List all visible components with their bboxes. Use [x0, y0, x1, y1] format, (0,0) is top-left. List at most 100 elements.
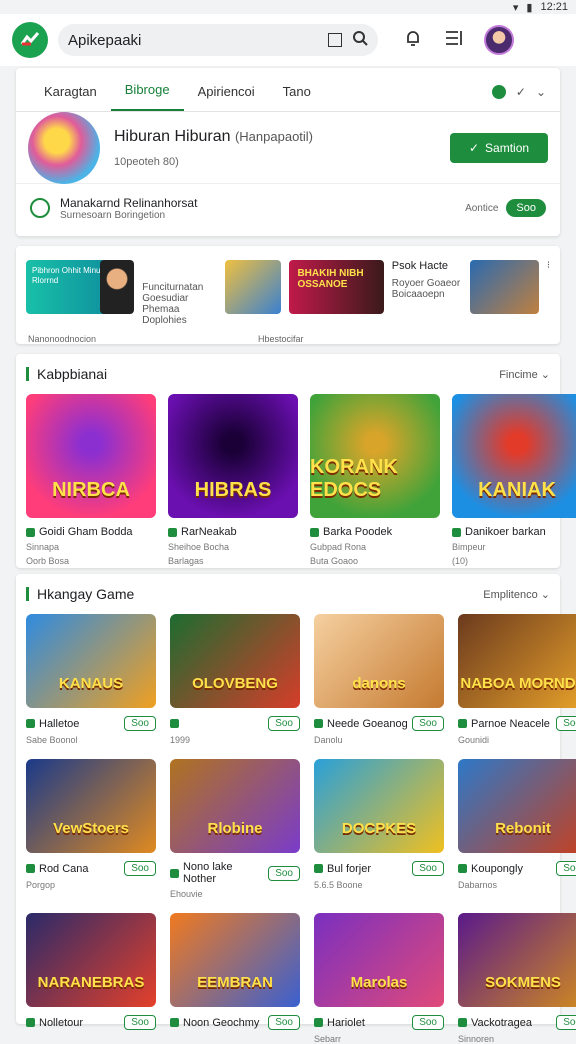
game-card[interactable]: HIBRAS RarNeakab Sheihoe Bocha Barlagas [168, 394, 298, 566]
promo-row[interactable]: Manakarnd Relinanhorsat Surnesoarn Borin… [16, 184, 560, 232]
game-name: Vackotragea [471, 1016, 532, 1029]
game-card[interactable]: danons Neede Goeanog Soo Danolu [314, 614, 444, 745]
app-bar: Apikepaaki [0, 14, 576, 66]
game-art[interactable]: Marolas [314, 913, 444, 1007]
follow-button[interactable]: ✓ Samtion [450, 132, 548, 163]
tab-0[interactable]: Karagtan [30, 84, 111, 111]
chevron-down-icon[interactable]: ⌄ [536, 85, 546, 99]
more-icon[interactable]: ⁝ [547, 260, 550, 326]
game-art[interactable]: DOCPKES [314, 759, 444, 853]
game-meta: Sinnoren [458, 1034, 495, 1044]
game-art[interactable]: HIBRAS [168, 394, 298, 518]
game-name: Nono lake Nother [182, 861, 233, 885]
game-art[interactable]: SOKMENS [458, 913, 576, 1007]
game-art[interactable]: NIRBCA [26, 394, 156, 518]
tab-bar: Karagtan Bibroge Apiriencoi Tano ✓ ⌄ [16, 68, 560, 112]
get-button[interactable]: Soo [124, 1015, 156, 1030]
game-art[interactable]: OLOVBENG [170, 614, 300, 708]
game-art[interactable]: EEMBRAN [170, 913, 300, 1007]
get-button[interactable]: Soo [556, 1015, 576, 1030]
featured-banner-4[interactable]: BHAKIH NIBH OSSANOE [289, 260, 384, 314]
game-icon [452, 527, 461, 537]
notification-icon[interactable] [404, 29, 422, 52]
game-meta-2: Barlagas [168, 556, 204, 566]
app-logo-icon[interactable] [12, 22, 48, 58]
game-icon [26, 1018, 35, 1027]
game-name: Barka Poodek [323, 526, 393, 538]
game-icon [314, 719, 323, 728]
status-dot-icon [491, 85, 506, 99]
get-button[interactable]: Soo [556, 861, 576, 876]
check-icon[interactable]: ✓ [516, 85, 526, 99]
game-card[interactable]: KANIAK Danikoer barkan Bimpeur (10) [452, 394, 576, 566]
section-more-link[interactable]: Emplitenco ⌄ [483, 588, 550, 601]
game-icon [458, 864, 467, 873]
game-card[interactable]: NABOA MORNDS Parnoe Neacele Soo Gounidi [458, 614, 576, 745]
game-art[interactable]: VewStoers [26, 759, 156, 853]
section-more-link[interactable]: Fincime ⌄ [499, 368, 550, 381]
tab-1[interactable]: Bibroge [110, 82, 184, 111]
scan-icon[interactable] [328, 33, 342, 47]
game-card[interactable]: SOKMENS Vackotragea Soo Sinnoren [458, 913, 576, 1044]
game-card[interactable]: VewStoers Rod Cana Soo Porgop [26, 759, 156, 899]
game-icon [314, 1018, 323, 1027]
game-card[interactable]: DOCPKES Bul forjer Soo 5.6.5 Boone [314, 759, 444, 899]
game-meta-2: (10) [452, 556, 469, 566]
game-meta: Danolu [314, 735, 343, 745]
game-art[interactable]: Rebonit [458, 759, 576, 853]
featured-thumb-6[interactable] [470, 260, 539, 314]
avatar[interactable] [484, 25, 514, 55]
featured-text-2: Funciturnatan Goesudiar Phemaa Doplohies [142, 282, 204, 326]
game-art[interactable]: KANAUS [26, 614, 156, 708]
promo-button[interactable]: Soo [506, 199, 546, 217]
game-name: RarNeakab [181, 526, 237, 538]
game-art[interactable]: NARANEBRAS [26, 913, 156, 1007]
get-button[interactable]: Soo [556, 716, 576, 731]
game-art[interactable]: KANIAK [452, 394, 576, 518]
status-bar: ▾ ▮ 12:21 [0, 0, 576, 14]
game-card[interactable]: KORANK EDOCS Barka Poodek Gubpad Rona Bu… [310, 394, 440, 566]
game-row: KANAUS Halletoe Soo Sabe Boonol OLOVBENG… [16, 602, 576, 745]
game-icon [26, 864, 35, 873]
get-button[interactable]: Soo [412, 716, 444, 731]
get-button[interactable]: Soo [412, 861, 444, 876]
search-text: Apikepaaki [68, 31, 142, 49]
refresh-icon [30, 198, 50, 218]
game-art[interactable]: KORANK EDOCS [310, 394, 440, 518]
get-button[interactable]: Soo [268, 865, 300, 881]
featured-banner-1[interactable]: Pibhron Ohhit Minuted Rlorrnd [26, 260, 135, 314]
game-name: Noon Geochmy [183, 1016, 260, 1029]
game-art[interactable]: Rlobine [170, 759, 300, 853]
game-meta: Bimpeur [452, 542, 486, 552]
game-card[interactable]: OLOVBENG Soo 1999 [170, 614, 300, 745]
get-button[interactable]: Soo [268, 1015, 300, 1030]
game-icon [310, 527, 319, 537]
game-meta: Sebarr [314, 1034, 342, 1044]
menu-list-icon[interactable] [444, 29, 464, 52]
game-card[interactable]: KANAUS Halletoe Soo Sabe Boonol [26, 614, 156, 745]
game-card[interactable]: NIRBCA Goidi Gham Bodda Sinnapa Oorb Bos… [26, 394, 156, 566]
profile-title: Hiburan Hiburan (Hanpapaotil) [114, 127, 314, 145]
game-meta-2: Oorb Bosa [26, 556, 70, 566]
get-button[interactable]: Soo [124, 716, 156, 731]
game-meta: Ehouvie [170, 889, 203, 899]
featured-thumb-3[interactable] [224, 260, 282, 314]
game-card[interactable]: Rebonit Koupongly Soo Dabarnos [458, 759, 576, 899]
get-button[interactable]: Soo [412, 1015, 444, 1030]
game-name: Hariolet [327, 1016, 365, 1029]
game-card[interactable]: Rlobine Nono lake Nother Soo Ehouvie [170, 759, 300, 899]
game-art[interactable]: danons [314, 614, 444, 708]
game-card[interactable]: EEMBRAN Noon Geochmy Soo [170, 913, 300, 1044]
game-card[interactable]: NARANEBRAS Nolletour Soo [26, 913, 156, 1044]
section-title: Hkangay Game [37, 586, 135, 602]
game-art[interactable]: NABOA MORNDS [458, 614, 576, 708]
search-icon[interactable] [352, 30, 368, 50]
tab-3[interactable]: Tano [269, 84, 325, 111]
section-hkangay-game: Hkangay Game Emplitenco ⌄ KANAUS Halleto… [16, 574, 576, 1044]
game-card[interactable]: Marolas Hariolet Soo Sebarr [314, 913, 444, 1044]
section-title: Kabpbianai [37, 366, 108, 382]
get-button[interactable]: Soo [124, 861, 156, 876]
search-input[interactable]: Apikepaaki [58, 24, 378, 56]
get-button[interactable]: Soo [268, 716, 300, 731]
tab-2[interactable]: Apiriencoi [184, 84, 269, 111]
